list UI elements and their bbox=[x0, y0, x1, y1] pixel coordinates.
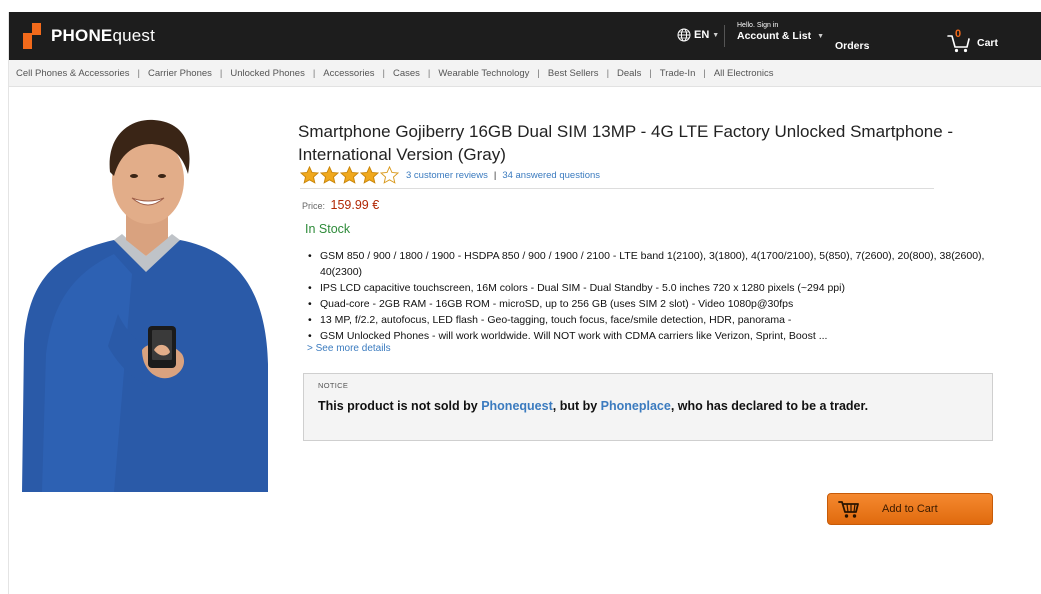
add-to-cart-button[interactable]: Add to Cart bbox=[827, 493, 993, 525]
feature-bullet: 13 MP, f/2.2, autofocus, LED flash - Geo… bbox=[305, 312, 1005, 328]
language-selector[interactable]: EN ▼ bbox=[677, 28, 719, 42]
notice-text: , but by bbox=[552, 399, 601, 413]
nav-item-cell-phones-accessories[interactable]: Cell Phones & Accessories bbox=[16, 68, 130, 79]
nav-separator: | bbox=[606, 67, 610, 79]
account-menu[interactable]: Hello. Sign in Account & List ▼ bbox=[737, 21, 824, 42]
star-filled-icon bbox=[340, 166, 359, 184]
product-image[interactable] bbox=[22, 114, 274, 492]
product-page: PHONEquest EN ▼ Hello. Sign in Account &… bbox=[8, 12, 1041, 594]
nav-item-unlocked-phones[interactable]: Unlocked Phones bbox=[230, 68, 304, 79]
cart-button[interactable]: 0 Cart bbox=[947, 28, 999, 54]
seller-notice: NOTICE This product is not sold by Phone… bbox=[303, 373, 993, 441]
nav-separator: | bbox=[537, 67, 540, 79]
star-filled-icon bbox=[300, 166, 319, 184]
nav-item-deals[interactable]: Deals bbox=[617, 68, 641, 79]
notice-text: This product is not sold by bbox=[318, 399, 482, 413]
nav-separator: | bbox=[427, 67, 431, 79]
rating-row: 3 customer reviews | 34 answered questio… bbox=[300, 166, 600, 184]
logo-mark-icon bbox=[23, 23, 41, 49]
nav-item-best-sellers[interactable]: Best Sellers bbox=[548, 68, 599, 79]
rating-separator: | bbox=[493, 169, 497, 181]
nav-separator: | bbox=[219, 67, 223, 79]
nav-item-accessories[interactable]: Accessories bbox=[323, 68, 374, 79]
nav-item-all-electronics[interactable]: All Electronics bbox=[714, 68, 774, 79]
feature-bullet: IPS LCD capacitive touchscreen, 16M colo… bbox=[305, 280, 1005, 296]
chevron-down-icon: ▼ bbox=[817, 32, 825, 40]
globe-icon bbox=[677, 28, 691, 42]
feature-bullet: GSM 850 / 900 / 1800 / 1900 - HSDPA 850 … bbox=[305, 248, 1005, 280]
stock-status: In Stock bbox=[305, 222, 351, 236]
cart-icon: 0 bbox=[947, 28, 971, 54]
nav-separator: | bbox=[382, 67, 385, 79]
feature-bullet: Quad-core - 2GB RAM - 16GB ROM - microSD… bbox=[305, 296, 1005, 312]
header-divider bbox=[724, 25, 725, 47]
nav-separator: | bbox=[703, 67, 706, 79]
price-value: 159.99 € bbox=[330, 198, 380, 212]
brand-logo[interactable]: PHONEquest bbox=[23, 23, 155, 49]
customer-reviews-link[interactable]: 3 customer reviews bbox=[406, 170, 488, 181]
see-more-details-link[interactable]: > See more details bbox=[307, 343, 391, 354]
brand-name: PHONEquest bbox=[51, 26, 155, 46]
chevron-down-icon: ▼ bbox=[712, 31, 720, 39]
add-to-cart-label: Add to Cart bbox=[882, 503, 938, 515]
cart-count: 0 bbox=[955, 28, 962, 40]
seller-link-phoneplace[interactable]: Phoneplace bbox=[601, 399, 671, 413]
nav-item-carrier-phones[interactable]: Carrier Phones bbox=[148, 68, 212, 79]
cart-label: Cart bbox=[977, 37, 999, 49]
nav-item-trade-in[interactable]: Trade-In bbox=[660, 68, 696, 79]
notice-text: , who has declared to be a trader. bbox=[670, 399, 869, 413]
feature-bullet: GSM Unlocked Phones - will work worldwid… bbox=[305, 328, 1005, 344]
answered-questions-link[interactable]: 34 answered questions bbox=[502, 170, 600, 181]
brand-name-light: quest bbox=[112, 26, 156, 45]
account-greeting: Hello. Sign in bbox=[737, 22, 779, 29]
orders-link[interactable]: Orders bbox=[835, 40, 869, 52]
cart-icon bbox=[838, 501, 859, 518]
star-filled-icon bbox=[360, 166, 379, 184]
product-title: Smartphone Gojiberry 16GB Dual SIM 13MP … bbox=[298, 122, 954, 164]
nav-separator: | bbox=[137, 67, 140, 79]
language-label: EN bbox=[694, 29, 710, 41]
star-filled-icon bbox=[320, 166, 339, 184]
category-nav: Cell Phones & Accessories | Carrier Phone… bbox=[9, 60, 1041, 87]
nav-separator: | bbox=[312, 67, 316, 79]
star-rating[interactable] bbox=[300, 166, 400, 184]
star-empty-icon bbox=[380, 166, 399, 184]
notice-message: This product is not sold by Phonequest, … bbox=[318, 397, 878, 415]
notice-label: NOTICE bbox=[318, 381, 349, 390]
nav-item-wearable-technology[interactable]: Wearable Technology bbox=[438, 68, 529, 79]
divider bbox=[300, 188, 934, 189]
brand-name-bold: PHONE bbox=[51, 26, 113, 45]
nav-item-cases[interactable]: Cases bbox=[393, 68, 420, 79]
price-label: Price: bbox=[302, 201, 326, 211]
price-row: Price: 159.99 € bbox=[302, 198, 379, 212]
account-label: Account & List bbox=[737, 30, 812, 42]
seller-link-phonequest[interactable]: Phonequest bbox=[481, 399, 553, 413]
top-header: PHONEquest EN ▼ Hello. Sign in Account &… bbox=[9, 12, 1041, 60]
nav-separator: | bbox=[649, 67, 652, 79]
feature-bullets: GSM 850 / 900 / 1800 / 1900 - HSDPA 850 … bbox=[305, 248, 1005, 344]
